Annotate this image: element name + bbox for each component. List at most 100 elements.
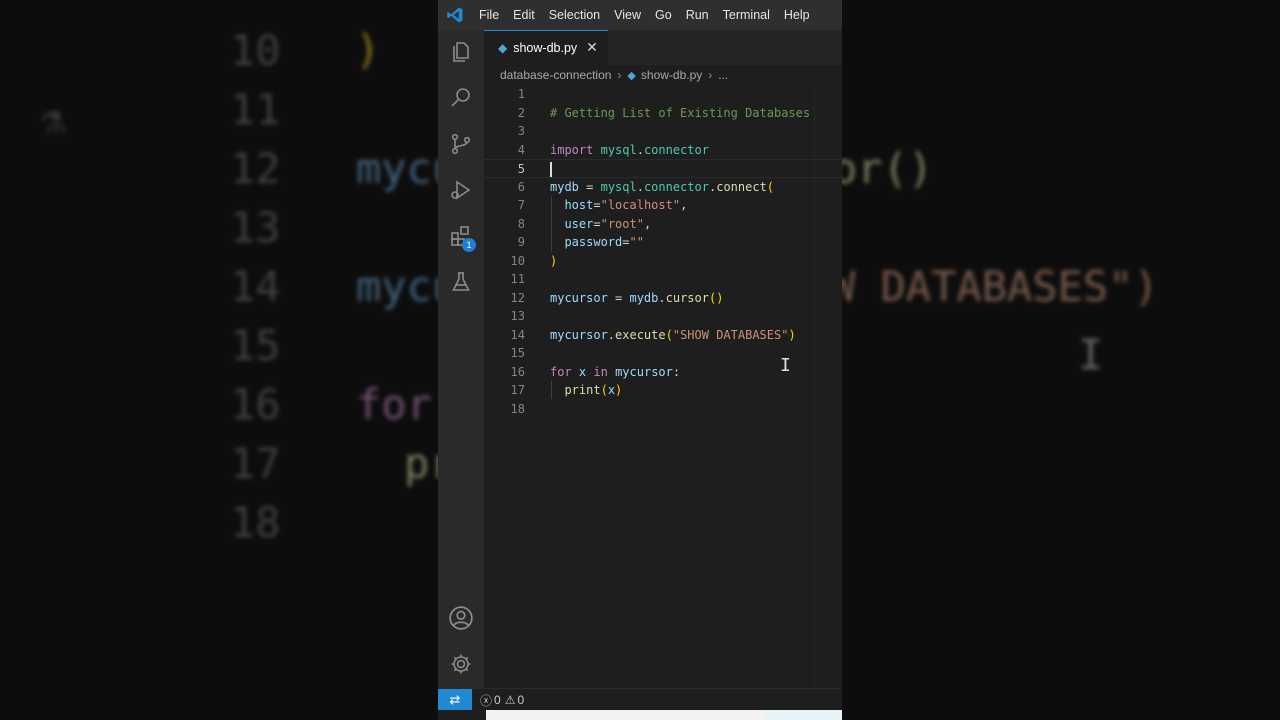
code-token: connector <box>643 142 709 157</box>
run-debug-icon[interactable] <box>438 168 484 212</box>
activity-bar: 1 <box>438 30 484 688</box>
code-token: mycursor <box>550 290 608 305</box>
line-number: 8 <box>517 216 525 231</box>
code-token: = <box>578 179 601 194</box>
code-line[interactable]: 4 import mysql.connector <box>484 141 842 160</box>
warning-count: 0 <box>517 693 525 707</box>
menu-file[interactable]: File <box>472 0 506 30</box>
code-line[interactable]: 17 print(x) <box>484 381 842 400</box>
close-tab-icon[interactable]: ✕ <box>586 40 598 56</box>
code-token: print <box>564 383 601 397</box>
line-number: 16 <box>510 364 525 379</box>
warning-icon: ⚠ <box>504 693 516 707</box>
code-line[interactable]: 11 <box>484 270 842 289</box>
bg-code-fragment: or() <box>842 144 934 193</box>
code-line[interactable]: 10) <box>484 252 842 271</box>
remote-indicator-icon[interactable]: ⇄ <box>438 689 472 711</box>
menu-edit[interactable]: Edit <box>506 0 542 30</box>
menu-terminal[interactable]: Terminal <box>716 0 777 30</box>
account-icon[interactable] <box>438 596 484 640</box>
code-editor[interactable]: 1 2 # Getting List of Existing Databases 3 4… <box>484 85 842 688</box>
text-cursor-icon-blurred: I <box>1078 330 1104 379</box>
bg-line-number: 15 <box>230 321 281 370</box>
title-bar: File Edit Selection View Go Run Terminal… <box>438 0 842 30</box>
error-icon: ⓧ <box>480 693 493 708</box>
code-line[interactable]: 9 password="" <box>484 233 842 252</box>
bg-code-fragment: mycu <box>356 262 438 311</box>
extensions-icon[interactable]: 1 <box>438 214 484 258</box>
breadcrumb-file[interactable]: show-db.py <box>641 68 702 82</box>
extensions-badge: 1 <box>462 238 476 252</box>
code-token: . <box>636 179 644 194</box>
vscode-window: File Edit Selection View Go Run Terminal… <box>438 0 842 720</box>
line-number: 6 <box>517 179 525 194</box>
line-number: 3 <box>517 124 525 138</box>
bg-line-number: 12 <box>230 144 281 193</box>
code-line[interactable]: 2 # Getting List of Existing Databases <box>484 104 842 123</box>
bg-code-fragment: for <box>356 380 432 429</box>
code-token: , <box>643 216 652 231</box>
bg-line-number: 13 <box>230 203 281 252</box>
code-token: ) <box>615 383 623 397</box>
code-line[interactable]: 6 mydb = mysql.connector.connect( <box>484 178 842 197</box>
line-number: 10 <box>510 253 525 268</box>
problems-indicator[interactable]: ⓧ 0 ⚠ 0 <box>480 689 524 711</box>
code-line[interactable]: 3 <box>484 122 842 141</box>
code-line[interactable]: 14 mycursor.execute("SHOW DATABASES") <box>484 326 842 345</box>
code-token: = <box>607 290 630 305</box>
code-line[interactable]: 8 user="root", <box>484 215 842 234</box>
code-line[interactable]: 5 <box>484 159 842 178</box>
tab-show-db[interactable]: ◆ show-db.py ✕ <box>484 30 608 65</box>
menu-view[interactable]: View <box>607 0 648 30</box>
menu-selection[interactable]: Selection <box>542 0 607 30</box>
code-line[interactable]: 13 <box>484 307 842 326</box>
breadcrumb-more[interactable]: ... <box>718 68 728 82</box>
code-token: ) <box>788 327 796 342</box>
code-token: "" <box>629 235 644 249</box>
bg-line-number: 11 <box>230 85 281 134</box>
menu-run[interactable]: Run <box>679 0 716 30</box>
line-number: 15 <box>510 346 525 360</box>
menu-bar: File Edit Selection View Go Run Terminal… <box>472 0 817 30</box>
code-line[interactable]: 18 <box>484 400 842 419</box>
bg-code-fragment: mycu <box>356 144 438 193</box>
source-control-icon[interactable] <box>438 122 484 166</box>
line-number: 2 <box>517 105 525 120</box>
line-number: 4 <box>517 142 525 157</box>
line-number: 1 <box>517 87 525 101</box>
code-line[interactable]: 1 <box>484 85 842 104</box>
breadcrumb-folder[interactable]: database-connection <box>500 68 611 82</box>
python-file-icon: ◆ <box>498 41 508 55</box>
bg-line-number: 14 <box>230 262 281 311</box>
code-token: mycursor <box>615 364 673 379</box>
code-token: () <box>708 290 724 305</box>
status-bar: ⇄ ⓧ 0 ⚠ 0 <box>438 688 842 711</box>
line-number: 12 <box>510 290 525 305</box>
search-icon[interactable] <box>438 76 484 120</box>
code-token: import <box>550 142 594 157</box>
code-token: ( <box>766 179 775 194</box>
line-number: 17 <box>510 383 525 397</box>
code-token: . <box>636 142 644 157</box>
testing-flask-icon[interactable] <box>438 260 484 304</box>
code-line[interactable]: 7 host="localhost", <box>484 196 842 215</box>
line-code: # Getting List of Existing Databases <box>550 104 810 123</box>
explorer-icon[interactable] <box>438 30 484 74</box>
code-token: cursor <box>665 290 709 305</box>
blurred-background-right: or() W DATABASES") I <box>842 0 1280 720</box>
tab-filename: show-db.py <box>513 41 578 55</box>
code-line[interactable]: 12 mycursor = mydb.cursor() <box>484 289 842 308</box>
line-number: 7 <box>517 198 525 212</box>
settings-gear-icon[interactable] <box>438 642 484 686</box>
code-token: x <box>607 383 616 397</box>
line-number: 13 <box>510 309 525 323</box>
code-token: = <box>593 198 601 212</box>
menu-go[interactable]: Go <box>648 0 679 30</box>
chevron-right-icon: › <box>708 68 713 82</box>
line-number: 9 <box>517 235 525 249</box>
menu-help[interactable]: Help <box>777 0 817 30</box>
code-token: ( <box>665 327 673 342</box>
